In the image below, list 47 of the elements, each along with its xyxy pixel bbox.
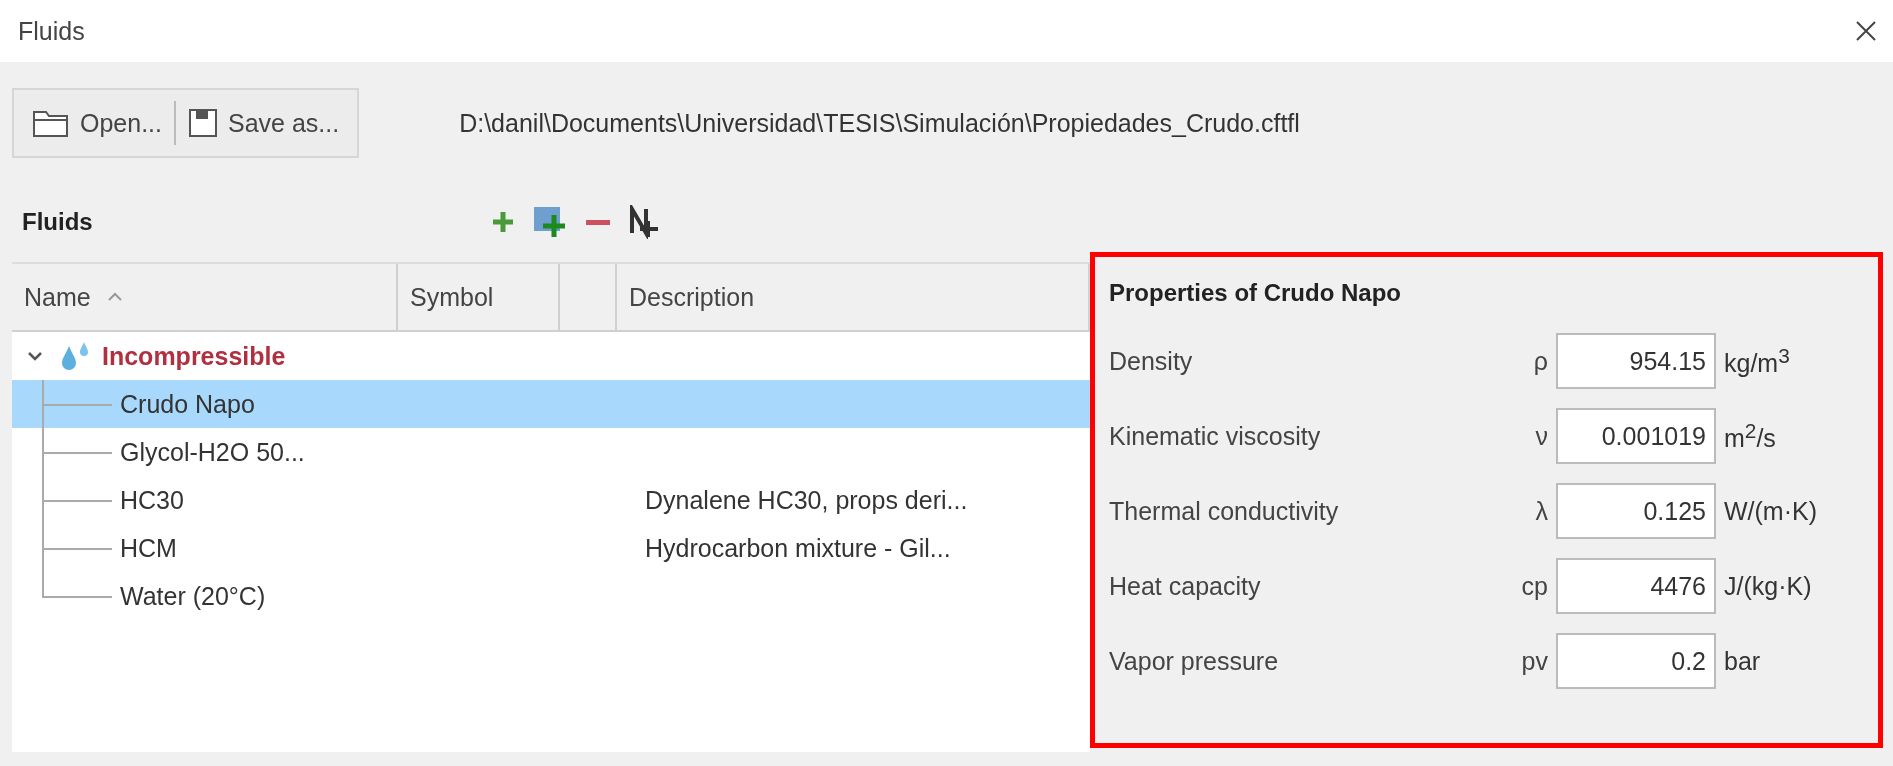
- column-header[interactable]: Symbol: [398, 264, 560, 332]
- property-label: Thermal conductivity: [1109, 496, 1340, 526]
- property-symbol: ρ: [1532, 346, 1548, 376]
- add-copy-icon: [532, 205, 568, 239]
- property-symbol: pv: [1521, 646, 1548, 676]
- plus-icon: [490, 209, 516, 235]
- value-field[interactable]: 954.15: [1556, 333, 1716, 389]
- fluid-row[interactable]: Glycol-H2O 50...: [12, 428, 1090, 476]
- unit-label: kg/m$^{3}$: [1724, 343, 1791, 379]
- fluid-row[interactable]: Water (20°C): [12, 572, 1090, 620]
- column-header[interactable]: Description: [617, 264, 1090, 332]
- fluid-row[interactable]: Crudo Napo: [12, 380, 1090, 428]
- column-header[interactable]: Name: [12, 264, 398, 332]
- open-button[interactable]: Open...: [20, 95, 174, 151]
- value-field[interactable]: 4476: [1556, 558, 1716, 614]
- fluid-row[interactable]: HC30 Dynalene HC30, props deri...: [12, 476, 1090, 524]
- property-symbol: λ: [1534, 496, 1548, 526]
- folder-icon: [32, 108, 70, 138]
- fluid-description: Dynalene HC30, props deri...: [644, 485, 969, 515]
- value-field[interactable]: 0.001019: [1556, 408, 1716, 464]
- value-field[interactable]: 0.2: [1556, 633, 1716, 689]
- unit-label: m$^{2}$/s: [1724, 418, 1777, 454]
- fluid-name: HC30: [120, 485, 184, 515]
- property-symbol: cp: [1521, 571, 1548, 601]
- window-title: Fluids: [18, 16, 85, 46]
- unit-label: W/(m·K): [1724, 496, 1819, 526]
- property-label: Kinematic viscosity: [1109, 421, 1322, 451]
- property-label: Density: [1109, 346, 1194, 376]
- close-icon: [1855, 20, 1877, 42]
- fluid-description: Hydrocarbon mixture - Gil...: [644, 533, 952, 563]
- save-as-button[interactable]: Save as...: [176, 95, 352, 151]
- value-field[interactable]: 0.125: [1556, 483, 1716, 539]
- fluid-name: Glycol-H2O 50...: [120, 437, 305, 467]
- property-label: Heat capacity: [1109, 571, 1262, 601]
- file-path: D:\danil\Documents\Universidad\TESIS\Simulación\Propiedades_Crudo.cftfl: [459, 108, 1300, 138]
- fluid-name: HCM: [120, 533, 177, 563]
- fluid-name: Water (20°C): [120, 581, 266, 611]
- property-label: Vapor pressure: [1109, 646, 1280, 676]
- unit-label: bar: [1724, 646, 1762, 676]
- group-name[interactable]: Incompressible: [102, 341, 286, 371]
- fluid-row[interactable]: HCM Hydrocarbon mixture - Gil...: [12, 524, 1090, 572]
- property-symbol: ν: [1534, 421, 1548, 451]
- section-title: Fluids: [21, 208, 94, 236]
- unit-label: J/(kg·K): [1724, 571, 1813, 601]
- fluid-name: Crudo Napo: [120, 389, 255, 419]
- minus-icon: [586, 219, 610, 225]
- panel-title: Properties of Crudo Napo: [1109, 279, 1403, 307]
